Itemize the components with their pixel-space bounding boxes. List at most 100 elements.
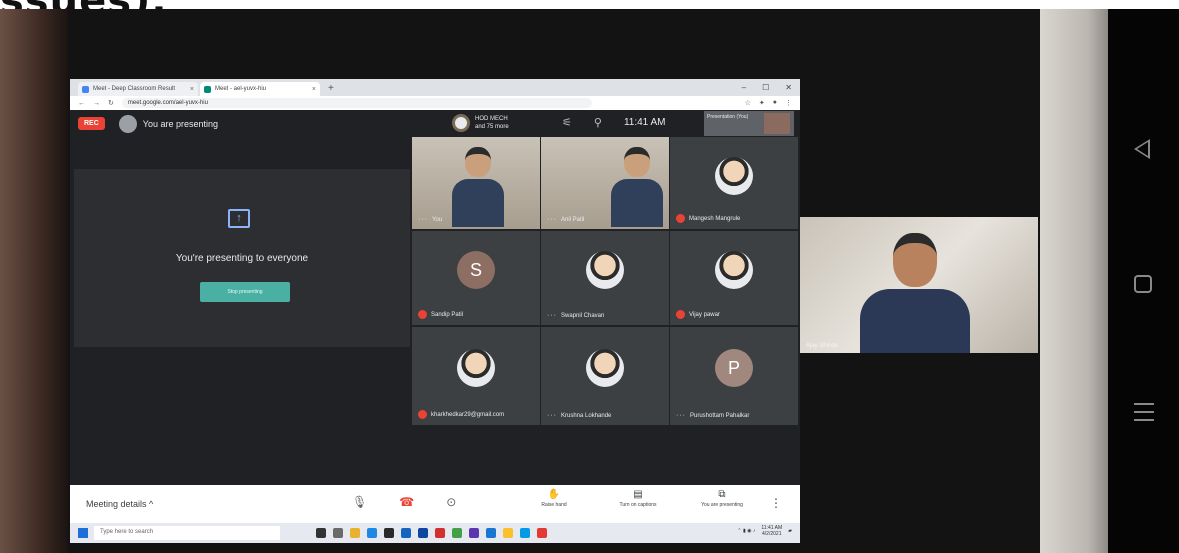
phone-screen: Meet - Deep Classroom Result × Meet - ae… [0, 9, 1179, 553]
participant-tile[interactable]: kharkhedkar29@gmail.com [412, 327, 540, 425]
app-icon[interactable] [537, 528, 547, 538]
avatar [452, 114, 470, 132]
mail-icon[interactable] [401, 528, 411, 538]
powerpoint-icon[interactable] [435, 528, 445, 538]
browser-tab-1[interactable]: Meet - Deep Classroom Result × [78, 82, 198, 96]
hod-more: and 75 more [475, 124, 509, 130]
present-now-button[interactable]: ⧉ You are presenting [694, 489, 750, 508]
end-call-icon[interactable]: ☎ [399, 495, 414, 509]
audio-level-icon: ··· [676, 412, 686, 419]
browser-tab-2[interactable]: Meet - ael-yuvx-hiu × [200, 82, 320, 96]
outlook-icon[interactable] [418, 528, 428, 538]
avatar [586, 349, 624, 388]
home-icon[interactable] [1134, 275, 1152, 293]
star-icon[interactable]: ☆ [745, 99, 751, 107]
taskbar-search-input[interactable]: Type here to search [94, 526, 280, 540]
audio-level-icon: ··· [547, 216, 557, 223]
participant-grid: ··· You ··· Anil Patil Mangesh Mangrule S Sand… [412, 137, 798, 427]
store-icon[interactable] [384, 528, 394, 538]
back-icon[interactable]: ← [78, 100, 85, 107]
avatar [586, 251, 624, 290]
pin-icon[interactable]: ⚲ [594, 116, 602, 129]
forward-icon[interactable]: → [93, 100, 100, 107]
participant-video [452, 147, 504, 229]
participant-tile[interactable]: ··· Krushna Lokhande [541, 327, 669, 425]
participant-tile[interactable]: S Sandip Patil [412, 231, 540, 325]
participant-name-row: Sandip Patil [418, 310, 463, 319]
participant-tile[interactable]: ··· Anil Patil [541, 137, 669, 229]
participant-name: Vijay pawar [689, 311, 720, 318]
stop-presenting-button[interactable]: Stop presenting [200, 282, 290, 302]
meeting-details-button[interactable]: Meeting details ^ [86, 499, 153, 509]
presenting-panel: ↑ You're presenting to everyone Stop pre… [74, 169, 410, 347]
tab-favicon-icon [204, 85, 211, 93]
present-title: You're presenting to everyone [175, 253, 309, 264]
browser-tabbar: Meet - Deep Classroom Result × Meet - ae… [70, 79, 800, 96]
self-view-video: Ajay Shinde [800, 217, 1038, 353]
maximize-icon[interactable]: ☐ [754, 80, 777, 96]
task-view-icon[interactable] [333, 528, 343, 538]
participant-name-row: Vijay pawar [676, 310, 720, 319]
url-field[interactable]: meet.google.com/ael-yuvx-hiu [121, 98, 592, 108]
close-icon[interactable]: × [312, 86, 316, 93]
participant-tile[interactable]: Vijay pawar [670, 231, 798, 325]
app-icon[interactable] [452, 528, 462, 538]
participant-tile[interactable]: ··· Swapnil Chavan [541, 231, 669, 325]
participant-tile[interactable]: ··· You [412, 137, 540, 229]
notification-icon[interactable]: ▰ [788, 528, 792, 534]
participant-name: Swapnil Chavan [561, 312, 605, 319]
edge-icon[interactable] [367, 528, 377, 538]
hod-participant[interactable]: HOD MECH and 75 more [452, 114, 509, 132]
captions-button[interactable]: ▤ Turn on captions [610, 489, 666, 508]
menu-icon[interactable]: ⋮ [785, 99, 792, 107]
layout-icon[interactable]: ⚟ [562, 116, 572, 129]
self-view-person [860, 233, 970, 353]
mic-icon[interactable]: 🎙 [352, 495, 367, 509]
participant-name-row: kharkhedkar29@gmail.com [418, 410, 504, 419]
close-window-icon[interactable]: ✕ [777, 80, 800, 96]
recent-apps-icon[interactable] [1134, 403, 1154, 423]
participant-tile[interactable]: P ··· Purushottam Pahalkar [670, 327, 798, 425]
cortana-icon[interactable] [316, 528, 326, 538]
mic-off-icon [418, 410, 427, 419]
windows-start-icon[interactable] [78, 528, 88, 538]
captions-label: Turn on captions [619, 502, 657, 508]
camera-icon[interactable]: ⊙ [446, 495, 456, 509]
new-tab-icon[interactable]: + [322, 82, 340, 96]
self-view-name: Ajay Shinde [806, 343, 839, 349]
word-icon[interactable] [486, 528, 496, 538]
back-icon[interactable] [1134, 139, 1150, 159]
clock: 11:41 AM [623, 117, 666, 128]
teams-icon[interactable] [469, 528, 479, 538]
audio-level-icon: ··· [547, 312, 557, 319]
android-nav-bar [1108, 9, 1179, 553]
presentation-thumb-label: Presentation (You) [707, 114, 749, 120]
close-icon[interactable]: × [190, 86, 194, 93]
tab-favicon-icon [82, 85, 89, 93]
hand-icon: ✋ [547, 489, 561, 500]
participant-tile[interactable]: Mangesh Mangrule [670, 137, 798, 229]
profile-icon[interactable]: ● [773, 99, 777, 107]
presenting-status: You are presenting [142, 118, 219, 129]
file-explorer-icon[interactable] [350, 528, 360, 538]
avatar [715, 251, 753, 290]
meeting-controls: Meeting details ^ 🎙 ☎ ⊙ ✋ Raise hand ▤ T… [70, 485, 800, 523]
background-wall-right [1040, 9, 1108, 553]
chrome-icon[interactable] [503, 528, 513, 538]
participant-name: Sandip Patil [431, 311, 464, 318]
mic-off-icon [676, 214, 685, 223]
mic-off-icon [676, 310, 685, 319]
avatar [118, 114, 137, 133]
tray-icons[interactable]: ⌃ ▮ ◉ ♪ [737, 528, 755, 534]
more-options-icon[interactable]: ⋮ [770, 496, 782, 510]
audio-level-icon: ··· [547, 412, 557, 419]
extension-icon[interactable]: ✦ [759, 99, 765, 107]
app-icon[interactable] [520, 528, 530, 538]
laptop-screen: Meet - Deep Classroom Result × Meet - ae… [70, 79, 800, 543]
minimize-icon[interactable]: – [734, 80, 754, 96]
participant-name: Mangesh Mangrule [689, 215, 741, 222]
presentation-thumbnail[interactable]: Presentation (You) [704, 111, 794, 136]
reload-icon[interactable]: ↻ [108, 99, 114, 107]
raise-hand-button[interactable]: ✋ Raise hand [526, 489, 582, 508]
participant-name-row: ··· Purushottam Pahalkar [676, 412, 749, 419]
